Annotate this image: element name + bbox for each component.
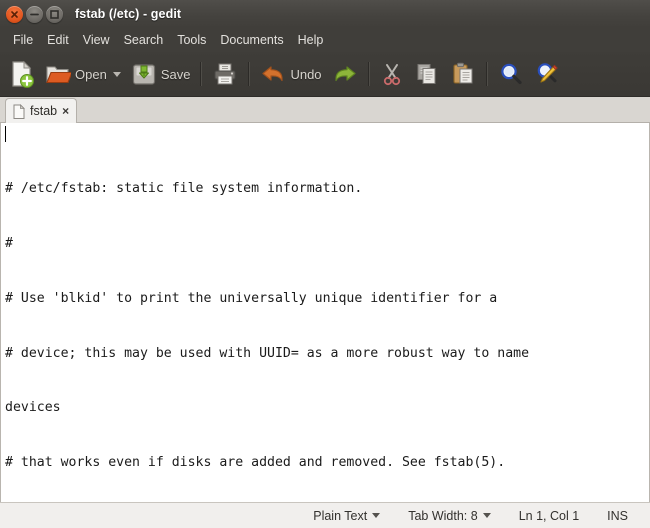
chevron-down-icon (372, 513, 380, 518)
tab-width-selector[interactable]: Tab Width: 8 (394, 509, 504, 523)
close-icon (11, 11, 18, 18)
insert-mode-label: INS (607, 509, 628, 523)
search-icon (498, 62, 524, 86)
editor-line: # (5, 235, 649, 253)
tab-close-icon[interactable]: × (62, 105, 69, 117)
editor-line: devices (5, 399, 649, 417)
tab-width-label: Tab Width: 8 (408, 509, 477, 523)
editor-line: # device; this may be used with UUID= as… (5, 345, 649, 363)
minimize-window-button[interactable] (26, 6, 43, 23)
maximize-icon (50, 10, 59, 19)
copy-icon (414, 62, 440, 86)
new-document-icon (9, 60, 35, 88)
document-icon (13, 104, 25, 119)
redo-arrow-icon (332, 63, 358, 85)
open-button-label: Open (75, 67, 107, 82)
open-folder-icon (45, 62, 71, 86)
toolbar-separator-2 (248, 62, 250, 86)
cut-button[interactable] (375, 55, 409, 93)
editor-line: # that works even if disks are added and… (5, 454, 649, 472)
cursor-position-label: Ln 1, Col 1 (519, 509, 579, 523)
language-selector[interactable]: Plain Text (299, 509, 394, 523)
scissors-icon (380, 62, 404, 86)
status-bar: Plain Text Tab Width: 8 Ln 1, Col 1 INS (0, 502, 650, 528)
chevron-down-icon (483, 513, 491, 518)
maximize-window-button[interactable] (46, 6, 63, 23)
paste-button[interactable] (445, 55, 481, 93)
insert-mode-indicator[interactable]: INS (593, 509, 642, 523)
menu-bar: File Edit View Search Tools Documents He… (0, 28, 650, 52)
copy-button[interactable] (409, 55, 445, 93)
menu-file[interactable]: File (6, 31, 40, 49)
new-document-button[interactable] (4, 55, 40, 93)
open-dropdown-arrow-icon[interactable] (113, 72, 121, 77)
undo-button[interactable]: Undo (255, 55, 326, 93)
tab-strip: fstab × (0, 97, 650, 123)
toolbar-separator-3 (368, 62, 370, 86)
undo-button-label: Undo (290, 67, 321, 82)
tab-fstab[interactable]: fstab × (5, 98, 77, 123)
window-title: fstab (/etc) - gedit (75, 7, 181, 21)
editor-text[interactable]: # /etc/fstab: static file system informa… (1, 123, 649, 502)
toolbar-separator-1 (200, 62, 202, 86)
minimize-icon (30, 13, 39, 16)
redo-button[interactable] (327, 55, 363, 93)
menu-search[interactable]: Search (117, 31, 171, 49)
editor-line: # /etc/fstab: static file system informa… (5, 180, 649, 198)
cursor-position: Ln 1, Col 1 (505, 509, 593, 523)
toolbar-separator-4 (486, 62, 488, 86)
menu-edit[interactable]: Edit (40, 31, 76, 49)
paste-clipboard-icon (450, 62, 476, 86)
menu-documents[interactable]: Documents (213, 31, 290, 49)
close-window-button[interactable] (6, 6, 23, 23)
find-replace-icon (534, 62, 560, 86)
undo-arrow-icon (260, 63, 286, 85)
gedit-window: fstab (/etc) - gedit File Edit View Sear… (0, 0, 650, 528)
save-file-button[interactable]: Save (126, 55, 196, 93)
editor-line: # Use 'blkid' to print the universally u… (5, 290, 649, 308)
tab-title: fstab (30, 104, 57, 118)
menu-view[interactable]: View (76, 31, 117, 49)
print-button[interactable] (207, 55, 243, 93)
toolbar: Open Save (0, 52, 650, 97)
printer-icon (212, 62, 238, 86)
save-disk-icon (131, 62, 157, 87)
replace-button[interactable] (529, 55, 565, 93)
title-bar: fstab (/etc) - gedit (0, 0, 650, 28)
menu-help[interactable]: Help (291, 31, 331, 49)
save-button-label: Save (161, 67, 191, 82)
menu-tools[interactable]: Tools (170, 31, 213, 49)
open-file-button[interactable]: Open (40, 55, 126, 93)
text-caret (5, 126, 6, 142)
find-button[interactable] (493, 55, 529, 93)
editor-scroll-area[interactable]: # /etc/fstab: static file system informa… (0, 123, 650, 502)
window-controls (6, 6, 63, 23)
language-label: Plain Text (313, 509, 367, 523)
